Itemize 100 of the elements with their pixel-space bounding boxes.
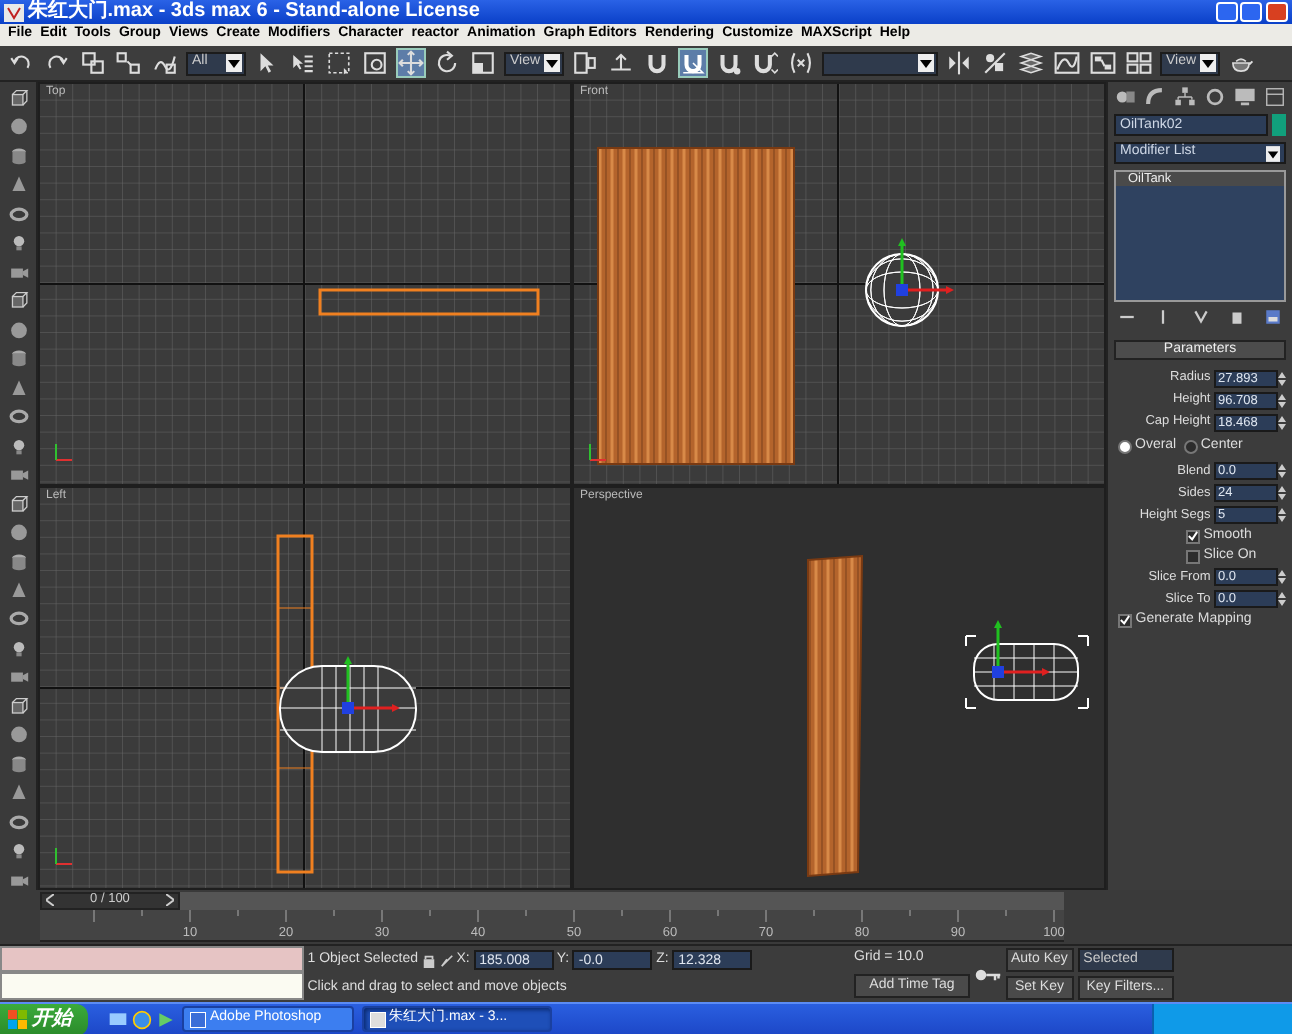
- create-icon[interactable]: [1114, 86, 1136, 108]
- motion-icon[interactable]: [1204, 86, 1226, 108]
- modify-icon[interactable]: [1144, 86, 1166, 108]
- cone-icon[interactable]: [7, 174, 29, 196]
- key-icon[interactable]: [973, 967, 1002, 981]
- axis-tripod-icon: [589, 443, 607, 461]
- move-gizmo[interactable]: [342, 656, 400, 714]
- caret-icon: [544, 54, 560, 72]
- cube-icon[interactable]: [7, 493, 29, 515]
- align-icon: [982, 50, 1008, 76]
- named-selection-button[interactable]: [786, 48, 816, 78]
- sphere-icon[interactable]: [7, 522, 29, 543]
- sphere-icon[interactable]: [7, 724, 29, 746]
- lock-icon[interactable]: [421, 953, 436, 968]
- spinner-arrows-icon[interactable]: [1278, 413, 1286, 432]
- window-crossing-icon: [362, 50, 388, 76]
- spinner-arrows-icon[interactable]: [1278, 568, 1286, 587]
- angle-magnet-button[interactable]: [678, 48, 708, 78]
- angle-magnet-icon: [680, 50, 706, 76]
- cone-icon[interactable]: [7, 782, 29, 804]
- minimize-button[interactable]: [1215, 2, 1237, 22]
- sphere-icon[interactable]: [7, 116, 29, 138]
- rotate-button[interactable]: [432, 48, 462, 78]
- curve-editor-button[interactable]: [1052, 48, 1082, 78]
- unlink-icon: [116, 50, 142, 76]
- material-editor-button[interactable]: [1124, 48, 1154, 78]
- region-button[interactable]: [324, 48, 354, 78]
- desktop-icon[interactable]: [108, 1009, 129, 1029]
- axis-tripod-icon: [55, 443, 73, 461]
- torus-icon[interactable]: [7, 608, 29, 630]
- spinner-magnet-icon: [752, 50, 778, 76]
- cylinder-icon[interactable]: [7, 753, 29, 775]
- cube-icon[interactable]: [7, 88, 29, 109]
- select-by-name-icon: [290, 50, 316, 76]
- move-gizmo[interactable]: [992, 620, 1050, 678]
- make-unique-icon[interactable]: [1191, 308, 1209, 326]
- align-button[interactable]: [980, 48, 1010, 78]
- spinner-arrows-icon[interactable]: [1278, 391, 1286, 410]
- spinner-arrows-icon[interactable]: [1278, 462, 1286, 481]
- spinner-magnet-button[interactable]: [750, 48, 780, 78]
- transform-mode-icon[interactable]: [439, 953, 454, 968]
- caret-icon: [226, 54, 242, 72]
- selection-brackets: [965, 635, 1089, 709]
- dropdown[interactable]: [822, 51, 938, 75]
- bind-icon: [152, 50, 178, 76]
- media-icon[interactable]: [155, 1009, 176, 1029]
- layers-icon: [1018, 50, 1044, 76]
- cube-icon[interactable]: [7, 695, 29, 717]
- spinner-arrows-icon[interactable]: [1278, 369, 1286, 388]
- display-icon[interactable]: [1234, 86, 1256, 108]
- curve-editor-icon: [1054, 50, 1080, 76]
- caret-icon: [1266, 145, 1280, 161]
- scale-button[interactable]: [468, 48, 498, 78]
- cylinder-icon[interactable]: [7, 145, 29, 167]
- script-listener-field[interactable]: [0, 946, 304, 972]
- torus-icon[interactable]: [7, 811, 29, 833]
- cube-icon[interactable]: [7, 290, 29, 312]
- sphere-icon[interactable]: [7, 319, 29, 341]
- hierarchy-icon[interactable]: [1174, 86, 1196, 108]
- cone-icon[interactable]: [7, 579, 29, 601]
- region-icon: [326, 50, 352, 76]
- window-crossing-button[interactable]: [360, 48, 390, 78]
- browser-icon[interactable]: [132, 1009, 152, 1029]
- torus-icon[interactable]: [7, 203, 29, 225]
- move-icon: [398, 50, 424, 76]
- unlink-button[interactable]: [114, 48, 144, 78]
- utilities-icon[interactable]: [1264, 86, 1286, 108]
- link-button[interactable]: [78, 48, 108, 78]
- system-tray: [1152, 1003, 1292, 1034]
- trash-icon[interactable]: [1227, 308, 1246, 326]
- magnet-icon: [644, 50, 670, 76]
- caret-icon: [1200, 54, 1216, 72]
- pivot-button[interactable]: [570, 48, 600, 78]
- layers-button[interactable]: [1016, 48, 1046, 78]
- close-button[interactable]: [1266, 2, 1288, 22]
- spinner-arrows-icon[interactable]: [1278, 506, 1286, 525]
- object-color-swatch[interactable]: [1271, 114, 1286, 136]
- caret-icon: [918, 54, 934, 72]
- axis-tripod-icon: [55, 847, 73, 865]
- script-output-field[interactable]: [0, 972, 304, 1000]
- torus-icon[interactable]: [7, 406, 29, 428]
- configure-icon[interactable]: [1264, 308, 1283, 326]
- move-gizmo[interactable]: [896, 238, 954, 296]
- cylinder-icon[interactable]: [7, 348, 29, 370]
- checkbox[interactable]: [1118, 613, 1132, 628]
- link-icon: [80, 50, 106, 76]
- spinner-arrows-icon[interactable]: [1278, 590, 1286, 609]
- rotate-icon: [434, 50, 460, 76]
- schematic-button[interactable]: [1088, 48, 1118, 78]
- cone-icon[interactable]: [7, 377, 29, 399]
- maximize-button[interactable]: [1240, 2, 1263, 22]
- checkbox[interactable]: [1186, 529, 1200, 544]
- pivot-icon: [572, 50, 598, 76]
- cylinder-icon[interactable]: [7, 551, 29, 572]
- mirror-button[interactable]: [944, 48, 974, 78]
- radio-button[interactable]: [1183, 439, 1198, 454]
- spinner-arrows-icon[interactable]: [1278, 484, 1286, 503]
- windows-logo-icon: [8, 1009, 28, 1029]
- checkbox[interactable]: [1186, 549, 1200, 564]
- radio-button[interactable]: [1117, 439, 1132, 454]
